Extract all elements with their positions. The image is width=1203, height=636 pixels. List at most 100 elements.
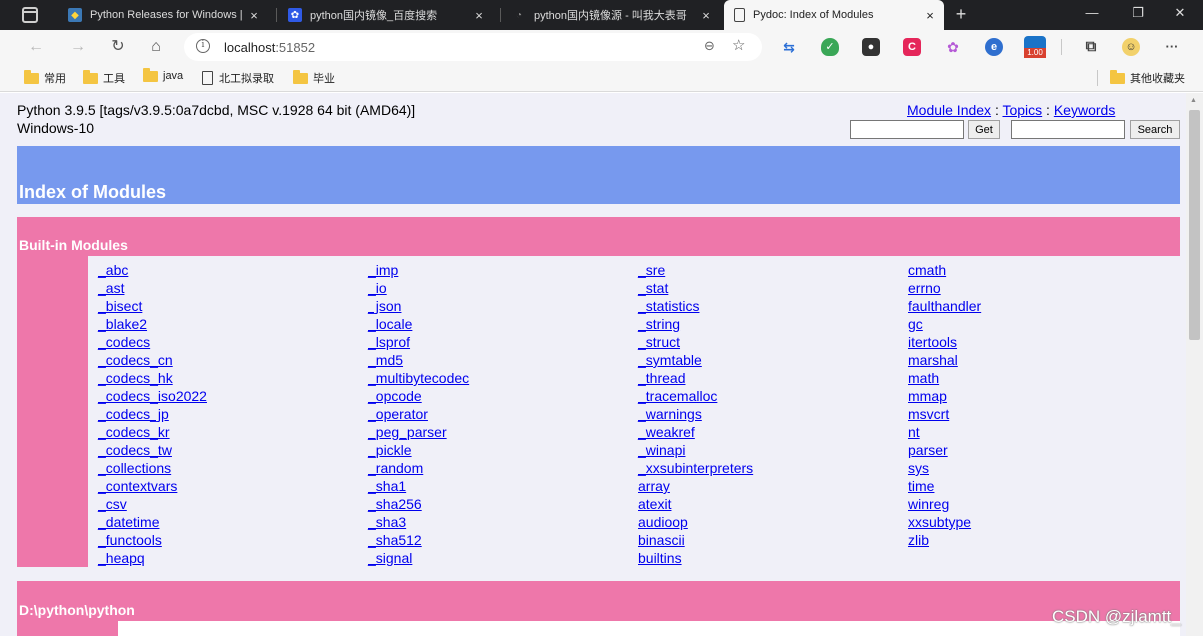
module-link[interactable]: _weakref xyxy=(638,423,908,441)
close-window-button[interactable]: ✕ xyxy=(1166,5,1194,21)
topics-link[interactable]: Topics xyxy=(1002,102,1042,118)
module-link[interactable]: _sha1 xyxy=(368,477,638,495)
module-link[interactable]: _codecs xyxy=(98,333,368,351)
module-link[interactable]: _sha256 xyxy=(368,495,638,513)
module-link[interactable]: _lsprof xyxy=(368,333,638,351)
module-link[interactable]: _string xyxy=(638,315,908,333)
module-link[interactable]: mmap xyxy=(908,387,1178,405)
home-icon[interactable]: ⌂ xyxy=(144,36,168,58)
add-favorite-icon[interactable]: ☆ xyxy=(732,36,745,54)
c-extension-icon[interactable]: C xyxy=(903,38,921,56)
refresh-icon[interactable]: ↻ xyxy=(106,36,130,58)
get-button[interactable]: Get xyxy=(968,120,1000,139)
scrollbar-thumb[interactable] xyxy=(1189,110,1200,340)
back-arrow-icon[interactable]: ← xyxy=(24,36,48,58)
search-button[interactable]: Search xyxy=(1130,120,1180,139)
module-link[interactable]: _codecs_tw xyxy=(98,441,368,459)
module-link[interactable]: parser xyxy=(908,441,1178,459)
module-link[interactable]: zlib xyxy=(908,531,1178,549)
module-link[interactable]: _multibytecodec xyxy=(368,369,638,387)
tab-close-button[interactable]: × xyxy=(246,8,262,23)
module-link[interactable]: marshal xyxy=(908,351,1178,369)
module-link[interactable]: _signal xyxy=(368,549,638,567)
module-link[interactable]: _tracemalloc xyxy=(638,387,908,405)
module-link[interactable]: _codecs_hk xyxy=(98,369,368,387)
module-link[interactable]: _codecs_cn xyxy=(98,351,368,369)
module-link[interactable]: faulthandler xyxy=(908,297,1178,315)
bookmark-folder-java[interactable]: java xyxy=(143,67,183,82)
module-link[interactable]: _functools xyxy=(98,531,368,549)
module-link[interactable]: _md5 xyxy=(368,351,638,369)
bookmark-beigong[interactable]: 北工拟录取 xyxy=(202,70,274,86)
module-link[interactable]: _winapi xyxy=(638,441,908,459)
module-link[interactable]: _json xyxy=(368,297,638,315)
get-module-input[interactable] xyxy=(850,120,964,139)
module-link[interactable]: _statistics xyxy=(638,297,908,315)
tab-mirror-source[interactable]: ◔ python国内镜像源 - 叫我大表哥 × xyxy=(502,0,720,30)
module-link[interactable]: array xyxy=(638,477,908,495)
vertical-scrollbar[interactable]: ▲ xyxy=(1186,93,1203,636)
forward-arrow-icon[interactable]: → xyxy=(66,36,90,58)
module-link[interactable]: _locale xyxy=(368,315,638,333)
zoom-icon[interactable]: ⊖ xyxy=(704,38,715,54)
module-link[interactable]: _opcode xyxy=(368,387,638,405)
collections-icon[interactable]: ⧉ xyxy=(1082,38,1100,56)
url-text[interactable]: localhost:51852 xyxy=(224,40,315,55)
module-link[interactable]: cmath xyxy=(908,261,1178,279)
module-link[interactable]: _pickle xyxy=(368,441,638,459)
module-link[interactable]: _codecs_kr xyxy=(98,423,368,441)
module-link[interactable]: _imp xyxy=(368,261,638,279)
module-link[interactable]: _bisect xyxy=(98,297,368,315)
scroll-up-icon[interactable]: ▲ xyxy=(1190,97,1197,104)
restore-button[interactable]: ❐ xyxy=(1124,5,1152,21)
module-link[interactable]: builtins xyxy=(638,549,908,567)
module-link[interactable]: _codecs_jp xyxy=(98,405,368,423)
address-bar[interactable]: i localhost:51852 ⊖ ☆ xyxy=(184,33,762,61)
module-link[interactable]: _blake2 xyxy=(98,315,368,333)
tab-python-releases[interactable]: ◆ Python Releases for Windows | P × xyxy=(58,0,268,30)
module-link[interactable]: atexit xyxy=(638,495,908,513)
site-info-icon[interactable]: i xyxy=(196,39,210,53)
module-link[interactable]: _collections xyxy=(98,459,368,477)
capture-extension-icon[interactable]: ⇆ xyxy=(780,38,798,56)
other-bookmarks-folder[interactable]: 其他收藏夹 xyxy=(1110,69,1185,86)
minimize-button[interactable]: — xyxy=(1078,5,1106,20)
search-input[interactable] xyxy=(1011,120,1125,139)
palette-extension-icon[interactable]: ✿ xyxy=(944,38,962,56)
profile-avatar[interactable]: ☺ xyxy=(1122,38,1140,56)
module-link[interactable]: _symtable xyxy=(638,351,908,369)
module-link[interactable]: _warnings xyxy=(638,405,908,423)
tab-close-button[interactable]: × xyxy=(922,8,938,23)
module-link[interactable]: errno xyxy=(908,279,1178,297)
module-link[interactable]: _sre xyxy=(638,261,908,279)
bookmark-folder-biye[interactable]: 毕业 xyxy=(293,69,335,86)
tab-close-button[interactable]: × xyxy=(698,8,714,23)
module-link[interactable]: _io xyxy=(368,279,638,297)
module-link[interactable]: _heapq xyxy=(98,549,368,567)
module-link[interactable]: _ast xyxy=(98,279,368,297)
module-link[interactable]: _stat xyxy=(638,279,908,297)
module-link[interactable]: itertools xyxy=(908,333,1178,351)
module-index-link[interactable]: Module Index xyxy=(907,102,991,118)
module-link[interactable]: _operator xyxy=(368,405,638,423)
module-link[interactable]: msvcrt xyxy=(908,405,1178,423)
window-menu-icon[interactable] xyxy=(22,7,38,23)
bookmark-folder-gongju[interactable]: 工具 xyxy=(83,69,125,86)
module-link[interactable]: sys xyxy=(908,459,1178,477)
tampermonkey-icon[interactable]: ● xyxy=(862,38,880,56)
shield-extension-icon[interactable]: ✓ xyxy=(821,38,839,56)
module-link[interactable]: _thread xyxy=(638,369,908,387)
module-link[interactable]: _random xyxy=(368,459,638,477)
module-link[interactable]: _contextvars xyxy=(98,477,368,495)
e-extension-icon[interactable]: e xyxy=(985,38,1003,56)
module-link[interactable]: time xyxy=(908,477,1178,495)
module-link[interactable]: _abc xyxy=(98,261,368,279)
tab-pydoc-index[interactable]: Pydoc: Index of Modules × xyxy=(724,0,944,30)
module-link[interactable]: binascii xyxy=(638,531,908,549)
new-tab-button[interactable]: + xyxy=(950,4,972,25)
keywords-link[interactable]: Keywords xyxy=(1054,102,1115,118)
module-link[interactable]: _peg_parser xyxy=(368,423,638,441)
module-link[interactable]: audioop xyxy=(638,513,908,531)
more-menu-icon[interactable]: ··· xyxy=(1163,38,1181,56)
module-link[interactable]: _sha512 xyxy=(368,531,638,549)
